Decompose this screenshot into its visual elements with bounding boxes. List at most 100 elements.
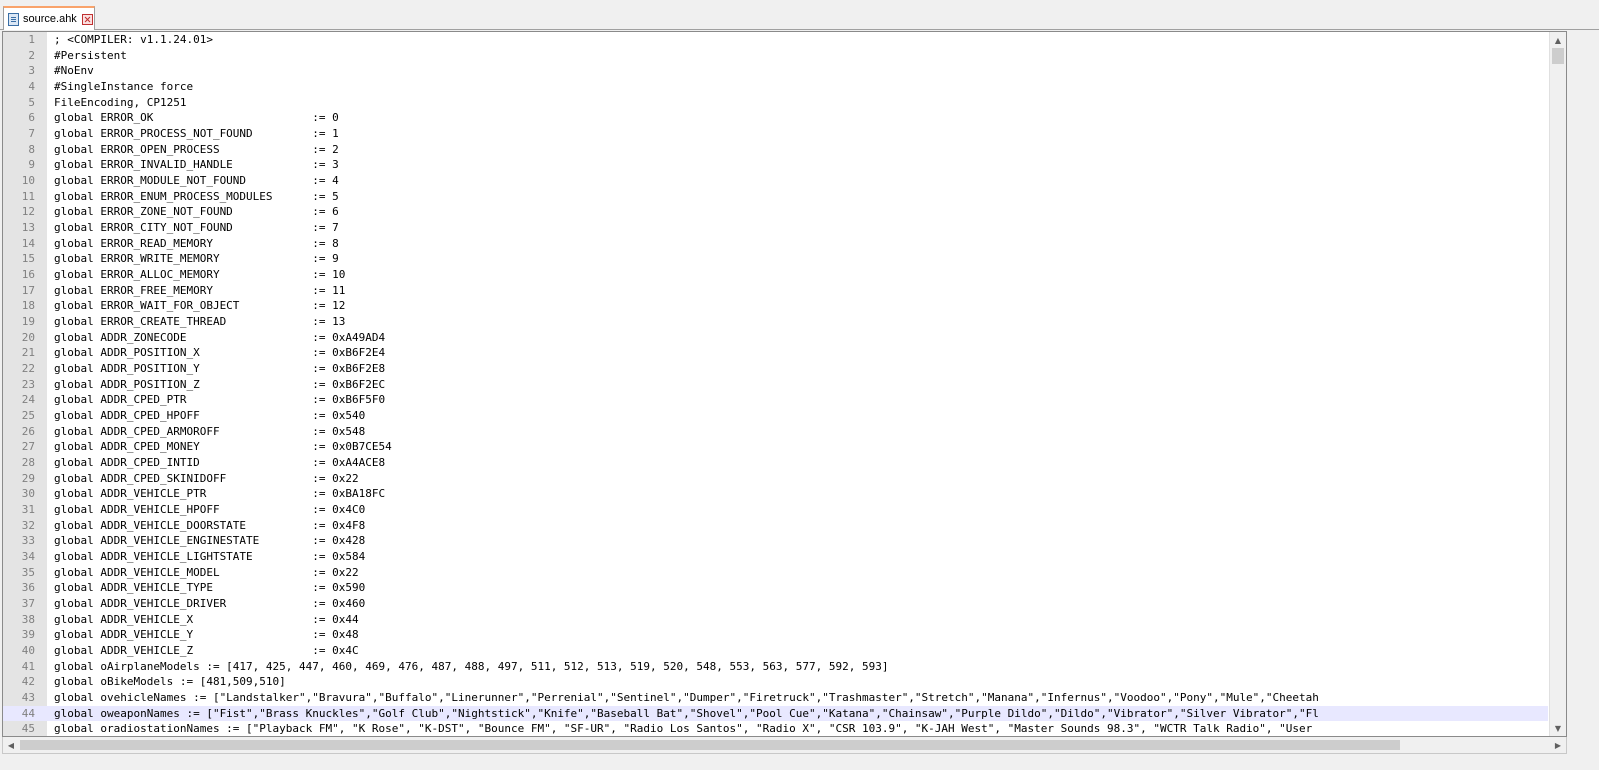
code-line[interactable]: 42 global oBikeModels := [481,509,510] [3,674,1548,690]
line-number: 28 [21,456,35,470]
line-text: global ADDR_VEHICLE_MODEL := 0x22 [54,565,359,579]
code-line[interactable]: 20 global ADDR_ZONECODE := 0xA49AD4 [3,330,1548,346]
code-line[interactable]: 18 global ERROR_WAIT_FOR_OBJECT := 12 [3,298,1548,314]
horizontal-scrollbar[interactable]: ◀ ▶ [2,737,1567,754]
code-line[interactable]: 41 global oAirplaneModels := [417, 425, 4… [3,659,1548,675]
line-number: 42 [21,675,35,689]
close-icon[interactable] [81,13,93,25]
line-number: 31 [21,503,35,517]
line-number: 20 [21,330,35,344]
code-lines: 1 ; <COMPILER: v1.1.24.01> 2 #Persistent 3 #N… [3,32,1548,736]
code-line[interactable]: 32 global ADDR_VEHICLE_DOORSTATE := 0x4F8 [3,518,1548,534]
code-line[interactable]: 8 global ERROR_OPEN_PROCESS := 2 [3,142,1548,158]
line-number: 15 [21,252,35,266]
code-line[interactable]: 7 global ERROR_PROCESS_NOT_FOUND := 1 [3,126,1548,142]
scroll-right-arrow-icon[interactable]: ▶ [1550,737,1566,753]
code-line[interactable]: 25 global ADDR_CPED_HPOFF := 0x540 [3,408,1548,424]
line-text: global ERROR_INVALID_HANDLE := 3 [54,158,339,172]
line-text: global ERROR_PROCESS_NOT_FOUND := 1 [54,127,339,141]
line-text: global oBikeModels := [481,509,510] [54,675,286,689]
scroll-up-arrow-icon[interactable]: ▲ [1550,32,1566,48]
line-text: #Persistent [54,48,127,62]
code-line[interactable]: 28 global ADDR_CPED_INTID := 0xA4ACE8 [3,455,1548,471]
code-line[interactable]: 12 global ERROR_ZONE_NOT_FOUND := 6 [3,204,1548,220]
line-text: global ADDR_VEHICLE_LIGHTSTATE := 0x584 [54,550,366,564]
code-line[interactable]: 23 global ADDR_POSITION_Z := 0xB6F2EC [3,377,1548,393]
code-line[interactable]: 2 #Persistent [3,48,1548,64]
line-text: global ADDR_POSITION_Z := 0xB6F2EC [54,377,386,391]
code-line[interactable]: 27 global ADDR_CPED_MONEY := 0x0B7CE54 [3,439,1548,455]
line-number: 19 [21,315,35,329]
line-number: 3 [28,64,35,78]
code-line[interactable]: 33 global ADDR_VEHICLE_ENGINESTATE := 0x4… [3,533,1548,549]
line-number: 33 [21,534,35,548]
vertical-scrollbar[interactable]: ▲ ▼ [1549,32,1566,736]
scroll-down-arrow-icon[interactable]: ▼ [1550,720,1566,736]
line-number: 21 [21,346,35,360]
vertical-scroll-thumb[interactable] [1552,48,1564,64]
line-number: 32 [21,518,35,532]
line-number: 37 [21,597,35,611]
line-number: 5 [28,95,35,109]
line-number: 18 [21,299,35,313]
code-line[interactable]: 22 global ADDR_POSITION_Y := 0xB6F2E8 [3,361,1548,377]
line-text: global ADDR_VEHICLE_TYPE := 0x590 [54,581,366,595]
line-text: global oradiostationNames := ["Playback … [54,722,1313,736]
code-line[interactable]: 37 global ADDR_VEHICLE_DRIVER := 0x460 [3,596,1548,612]
tab-source-ahk[interactable]: source.ahk [3,6,95,30]
horizontal-scroll-thumb[interactable] [20,740,1400,750]
code-line[interactable]: 45 global oradiostationNames := ["Playbac… [3,721,1548,736]
line-number: 22 [21,362,35,376]
line-text: global ERROR_CITY_NOT_FOUND := 7 [54,221,339,235]
scroll-left-arrow-icon[interactable]: ◀ [3,737,19,753]
code-line[interactable]: 29 global ADDR_CPED_SKINIDOFF := 0x22 [3,471,1548,487]
line-text: global ADDR_VEHICLE_PTR := 0xBA18FC [54,487,386,501]
file-icon [8,12,19,26]
code-line[interactable]: 19 global ERROR_CREATE_THREAD := 13 [3,314,1548,330]
line-text: global ADDR_CPED_MONEY := 0x0B7CE54 [54,440,392,454]
code-line[interactable]: 26 global ADDR_CPED_ARMOROFF := 0x548 [3,424,1548,440]
line-text: global ERROR_FREE_MEMORY := 11 [54,283,346,297]
code-line[interactable]: 40 global ADDR_VEHICLE_Z := 0x4C [3,643,1548,659]
code-line[interactable]: 21 global ADDR_POSITION_X := 0xB6F2E4 [3,345,1548,361]
line-text: global ADDR_CPED_PTR := 0xB6F5F0 [54,393,386,407]
code-line[interactable]: 17 global ERROR_FREE_MEMORY := 11 [3,283,1548,299]
line-number: 8 [28,142,35,156]
line-text: global ADDR_CPED_HPOFF := 0x540 [54,409,366,423]
code-line[interactable]: 4 #SingleInstance force [3,79,1548,95]
code-line[interactable]: 35 global ADDR_VEHICLE_MODEL := 0x22 [3,565,1548,581]
code-line[interactable]: 31 global ADDR_VEHICLE_HPOFF := 0x4C0 [3,502,1548,518]
line-text: global ERROR_OK := 0 [54,111,339,125]
code-line[interactable]: 3 #NoEnv [3,63,1548,79]
code-line[interactable]: 13 global ERROR_CITY_NOT_FOUND := 7 [3,220,1548,236]
code-line[interactable]: 9 global ERROR_INVALID_HANDLE := 3 [3,157,1548,173]
code-line[interactable]: 43 global ovehicleNames := ["Landstalker"… [3,690,1548,706]
code-line[interactable]: 5 FileEncoding, CP1251 [3,95,1548,111]
code-line[interactable]: 10 global ERROR_MODULE_NOT_FOUND := 4 [3,173,1548,189]
line-number: 17 [21,283,35,297]
code-line[interactable]: 15 global ERROR_WRITE_MEMORY := 9 [3,251,1548,267]
line-number: 44 [21,706,35,720]
code-line[interactable]: 6 global ERROR_OK := 0 [3,110,1548,126]
code-line[interactable]: 24 global ADDR_CPED_PTR := 0xB6F5F0 [3,392,1548,408]
line-text: global ADDR_VEHICLE_Y := 0x48 [54,628,359,642]
line-text: global ADDR_VEHICLE_DRIVER := 0x460 [54,597,366,611]
code-line[interactable]: 39 global ADDR_VEHICLE_Y := 0x48 [3,627,1548,643]
code-line[interactable]: 44 global oweaponNames := ["Fist","Brass … [3,705,1548,722]
code-line[interactable]: 38 global ADDR_VEHICLE_X := 0x44 [3,612,1548,628]
code-line[interactable]: 16 global ERROR_ALLOC_MEMORY := 10 [3,267,1548,283]
code-line[interactable]: 1 ; <COMPILER: v1.1.24.01> [3,32,1548,48]
code-editor[interactable]: 1 ; <COMPILER: v1.1.24.01> 2 #Persistent 3 #N… [2,31,1567,737]
line-text: global ADDR_VEHICLE_Z := 0x4C [54,644,359,658]
code-line[interactable]: 11 global ERROR_ENUM_PROCESS_MODULES := 5 [3,189,1548,205]
code-line[interactable]: 14 global ERROR_READ_MEMORY := 8 [3,236,1548,252]
code-line[interactable]: 36 global ADDR_VEHICLE_TYPE := 0x590 [3,580,1548,596]
line-text: global ERROR_WAIT_FOR_OBJECT := 12 [54,299,346,313]
code-line[interactable]: 34 global ADDR_VEHICLE_LIGHTSTATE := 0x58… [3,549,1548,565]
line-number: 7 [28,127,35,141]
line-number: 1 [28,33,35,46]
line-text: global ADDR_CPED_SKINIDOFF := 0x22 [54,471,359,485]
line-text: global ERROR_OPEN_PROCESS := 2 [54,142,339,156]
line-number: 29 [21,471,35,485]
code-line[interactable]: 30 global ADDR_VEHICLE_PTR := 0xBA18FC [3,486,1548,502]
